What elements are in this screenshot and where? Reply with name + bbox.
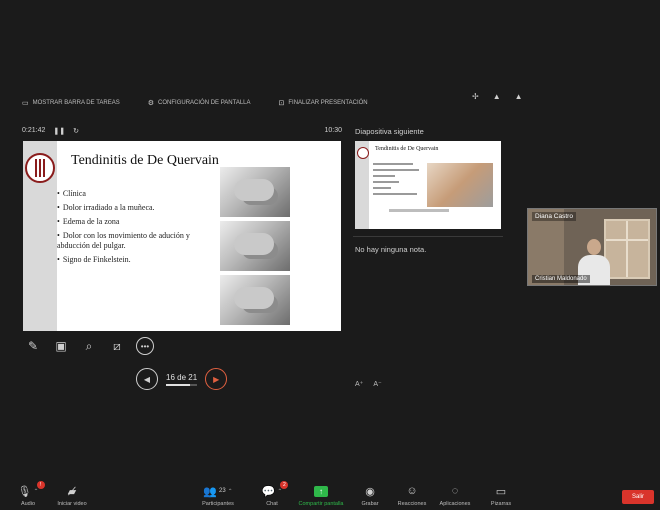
clock: 10:30: [324, 127, 342, 134]
next-slide-label: Diapositiva siguiente: [355, 127, 424, 136]
all-slides-icon[interactable]: ▣: [52, 337, 70, 355]
collapse-icon[interactable]: ▲: [515, 92, 523, 101]
record-icon: ◉: [365, 485, 375, 498]
show-taskbar-label: MOSTRAR BARRA DE TAREAS: [32, 100, 120, 106]
meeting-toolbar: 🎙! ⌃ Audio ▰̸ Iniciar video 👥 23 ⌃ Particip…: [0, 478, 660, 510]
slide-progress-fill: [166, 383, 190, 386]
font-decrease-icon[interactable]: A⁻: [373, 380, 381, 388]
chevron-up-icon[interactable]: ⌃: [33, 488, 38, 495]
microphone-icon: 🎙: [17, 485, 32, 498]
audio-badge: !: [36, 481, 45, 489]
chevron-up-icon[interactable]: ⌃: [228, 488, 233, 495]
end-slideshow-label: FINALIZAR PRESENTACIÓN: [288, 100, 368, 106]
presenter-toolbar: ▭ MOSTRAR BARRA DE TAREAS ⚙ CONFIGURACIÓ…: [22, 96, 512, 110]
expand-icon[interactable]: ▲: [493, 92, 501, 101]
font-increase-icon[interactable]: A⁺: [355, 380, 363, 388]
participants-count: 23: [218, 488, 226, 494]
chat-button[interactable]: 💬 2 ⌃ Chat: [245, 481, 299, 507]
participants-label: Participantes: [202, 501, 234, 507]
pen-icon[interactable]: ✎: [24, 337, 42, 355]
reset-timer-icon[interactable]: ↻: [73, 127, 79, 135]
slide-bullet: Edema de la zona: [57, 217, 207, 227]
participant-name-bottom: Cristian Maldonado: [532, 275, 590, 283]
whiteboards-button[interactable]: ▭ Pizarras: [474, 484, 528, 508]
participant-video-tile[interactable]: Diana Castro Cristian Maldonado: [527, 208, 657, 286]
slide-bullet: Dolor con los movimiento de adución y ab…: [57, 231, 207, 251]
share-screen-label: Compartir pantalla: [298, 501, 344, 507]
reactions-label: Reacciones: [397, 501, 427, 507]
record-label: Grabar: [361, 501, 379, 507]
slide-bullet-list: Clínica Dolor irradiado a la muñeca. Ede…: [57, 189, 207, 269]
pin-icon[interactable]: ✢: [472, 92, 479, 101]
next-slide-title: Tendinitis de De Quervain: [375, 146, 439, 152]
elapsed-timer: 0:21:42: [22, 127, 46, 134]
display-settings-icon: ⚙: [147, 100, 155, 107]
slide-progress-bar: [166, 383, 198, 386]
start-video-label: Iniciar video: [57, 501, 87, 507]
start-video-button[interactable]: ▰̸ Iniciar video: [45, 484, 99, 508]
zoom-icon[interactable]: ⌕: [80, 337, 98, 355]
whiteboard-icon: ▭: [495, 485, 507, 498]
slide-bullet: Clínica: [57, 189, 207, 199]
show-taskbar-button[interactable]: ▭ MOSTRAR BARRA DE TAREAS: [22, 99, 120, 107]
black-screen-icon[interactable]: ⧄: [108, 337, 126, 355]
end-slideshow-icon: ⊡: [278, 100, 285, 107]
end-slideshow-button[interactable]: ⊡ FINALIZAR PRESENTACIÓN: [279, 99, 368, 107]
audio-label: Audio: [20, 501, 36, 507]
chat-icon: 💬: [261, 485, 276, 498]
share-screen-button[interactable]: ↑ Compartir pantalla: [294, 484, 348, 507]
divider: [353, 236, 503, 237]
whiteboards-label: Pizarras: [490, 501, 512, 507]
apps-label: Aplicaciones: [439, 501, 471, 507]
notes-zoom-controls: A⁺ A⁻: [355, 380, 382, 388]
reactions-icon: ☺: [406, 485, 418, 497]
page-indicator[interactable]: 16 de 21: [166, 372, 198, 386]
display-settings-label: CONFIGURACIÓN DE PANTALLA: [158, 100, 251, 106]
university-logo-icon: [357, 147, 369, 159]
slide-bullet: Signo de Finkelstein.: [57, 255, 207, 265]
next-slide-preview[interactable]: Tendinitis de De Quervain: [355, 141, 501, 229]
timer-row: 0:21:42 ❚❚ ↻ 10:30: [22, 127, 342, 137]
slide-bullet: Dolor irradiado a la muñeca.: [57, 203, 207, 213]
page-indicator-text: 16 de 21: [166, 372, 198, 382]
next-slide-button[interactable]: ▶: [205, 368, 228, 390]
slide-navigation: ◀ 16 de 21 ▶: [136, 368, 228, 390]
participant-name-top: Diana Castro: [532, 212, 576, 221]
previous-slide-button[interactable]: ◀: [136, 368, 158, 390]
apps-icon: ◌: [451, 485, 459, 497]
display-settings-button[interactable]: ⚙ CONFIGURACIÓN DE PANTALLA: [148, 99, 251, 107]
share-screen-icon: ↑: [314, 485, 328, 497]
window-controls: ✢ ▲ ▲: [472, 92, 523, 101]
chat-label: Chat: [266, 501, 278, 507]
slide-photo-hand: [220, 275, 290, 325]
speaker-notes: No hay ninguna nota.: [355, 245, 427, 254]
participants-button[interactable]: 👥 23 ⌃ Participantes: [191, 484, 245, 508]
slide-tools: ✎ ▣ ⌕ ⧄ •••: [24, 337, 154, 355]
slide-title: Tendinitis de De Quervain: [71, 153, 219, 168]
bookshelf: [604, 219, 650, 279]
more-options-icon[interactable]: •••: [136, 337, 154, 355]
slide-photo-hand: [220, 221, 290, 271]
chat-badge: 2: [280, 481, 289, 489]
current-slide: Tendinitis de De Quervain Clínica Dolor …: [23, 141, 341, 331]
taskbar-icon: ▭: [22, 100, 29, 107]
slide-photo-hand: [220, 167, 290, 217]
next-slide-image: [427, 163, 493, 207]
pause-icon[interactable]: ❚❚: [53, 127, 65, 135]
participants-icon: 👥: [203, 485, 217, 498]
university-logo-icon: [25, 153, 55, 183]
video-off-icon: ▰̸: [67, 485, 77, 498]
leave-meeting-button[interactable]: Salir: [622, 490, 654, 504]
